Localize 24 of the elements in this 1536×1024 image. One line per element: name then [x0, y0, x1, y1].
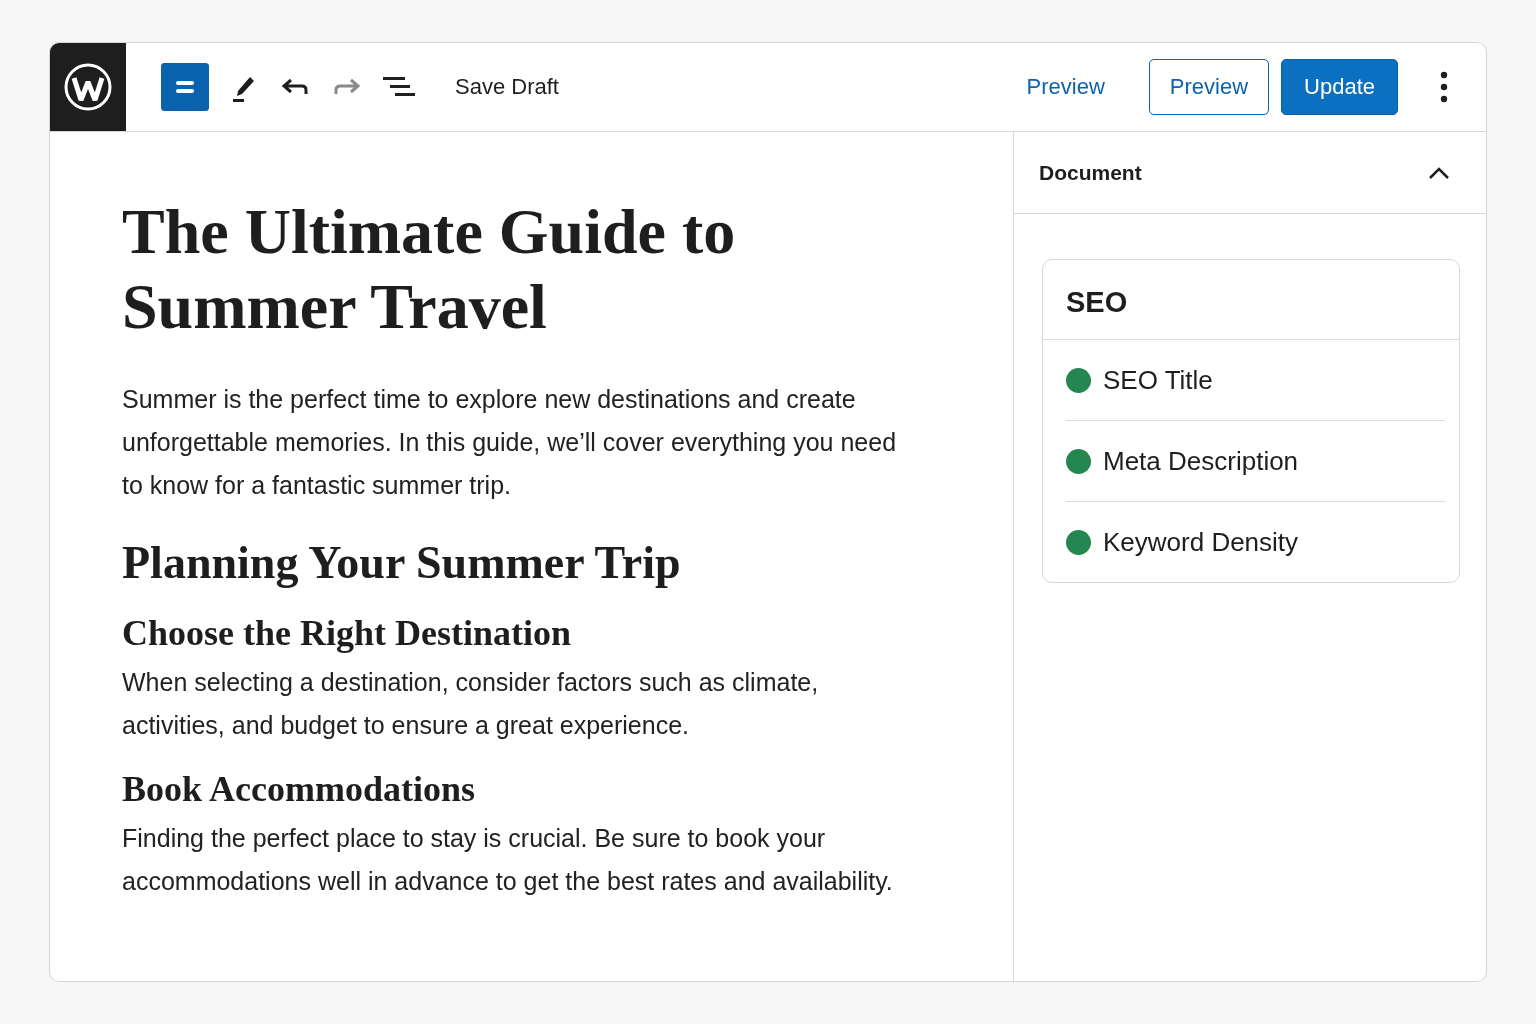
equals-icon	[175, 78, 195, 96]
seo-check-label: Keyword Density	[1103, 526, 1299, 558]
post-title: The Ultimate Guide to Summer Travel	[122, 195, 737, 344]
subsection-heading: Book Accommodations	[122, 768, 477, 811]
section-heading: Planning Your Summer Trip	[122, 536, 682, 590]
list-view-icon	[382, 75, 416, 99]
more-options-icon[interactable]	[1440, 71, 1448, 103]
subsection-heading: Choose the Right Destination	[122, 612, 572, 655]
seo-card-title: SEO	[1043, 260, 1459, 340]
save-draft-button[interactable]: Save Draft	[449, 73, 565, 101]
paragraph-text: Finding the perfect place to stay is crucial. Be sure to book your accommodations well in advance to get the best rates and availability.	[122, 823, 894, 897]
seo-check-label: Meta Description	[1103, 445, 1299, 477]
chevron-icon	[1428, 165, 1450, 180]
seo-check-label: SEO Title	[1103, 364, 1213, 396]
update-button[interactable]: Update	[1281, 59, 1398, 115]
logo-tile[interactable]	[50, 43, 126, 131]
preview-button[interactable]: Preview	[1148, 59, 1270, 115]
preview-link[interactable]: Preview	[1026, 74, 1105, 100]
paragraph-text: Summer is the perfect time to explore new destinations and create unforgettable memories. In this guide, we’ll cover everything you need to know for a fantastic summer trip.	[122, 384, 898, 501]
paragraph-text: When selecting a destination, consider factors such as climate, activities, and budget to ensure a great experience.	[122, 667, 820, 741]
block-inserter-button[interactable]	[161, 63, 209, 111]
document-panel-header[interactable]: Document	[1014, 132, 1486, 214]
logo-icon	[63, 62, 113, 112]
panel-title: Document	[1039, 160, 1142, 185]
